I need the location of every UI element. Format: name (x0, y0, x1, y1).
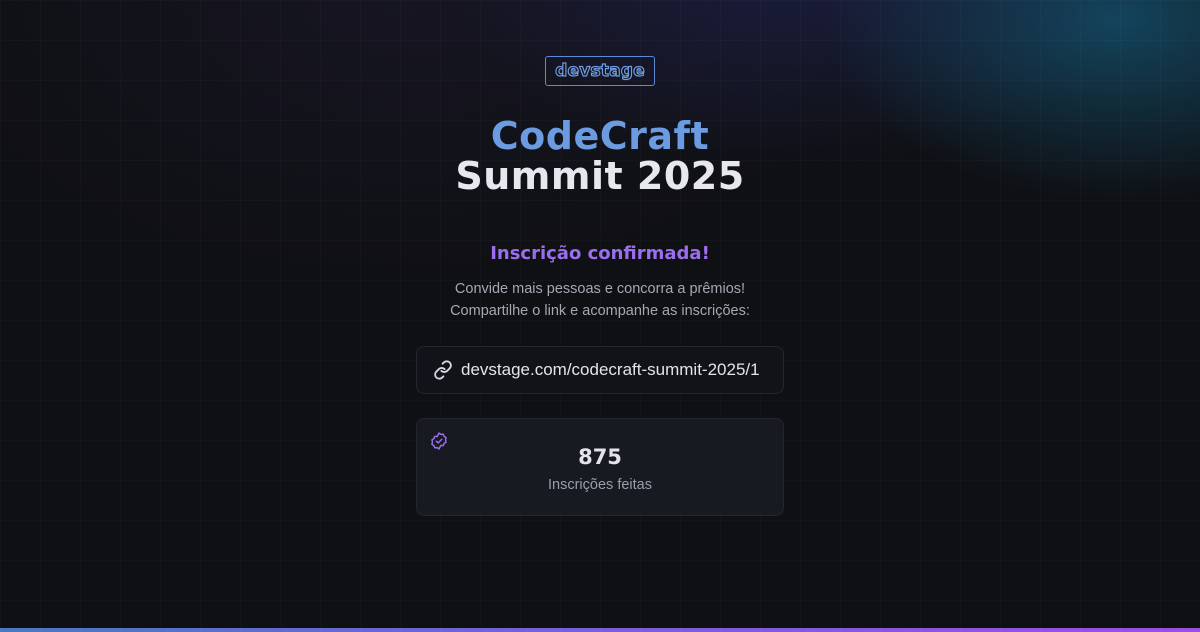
invite-link-field[interactable]: devstage.com/codecraft-summit-2025/1 (416, 346, 784, 394)
subscriptions-stat-card: 875 Inscrições feitas (416, 418, 784, 516)
description-line2: Compartilhe o link e acompanhe as inscri… (450, 303, 750, 319)
subscriptions-label: Inscrições feitas (548, 477, 652, 493)
invite-link-text: devstage.com/codecraft-summit-2025/1 (461, 360, 760, 379)
event-title-line2: Summit 2025 (455, 154, 745, 198)
link-icon (432, 359, 454, 381)
description-line1: Convide mais pessoas e concorra a prêmio… (454, 281, 746, 297)
devstage-logo: devstage (545, 56, 655, 86)
confirmation-heading: Inscrição confirmada! (490, 243, 710, 264)
subscriptions-count: 875 (578, 445, 622, 469)
event-title-line1: CodeCraft (490, 114, 710, 158)
bottom-gradient-bar (0, 628, 1200, 632)
main-content: devstage CodeCraft Summit 2025 Inscrição… (0, 0, 1200, 628)
